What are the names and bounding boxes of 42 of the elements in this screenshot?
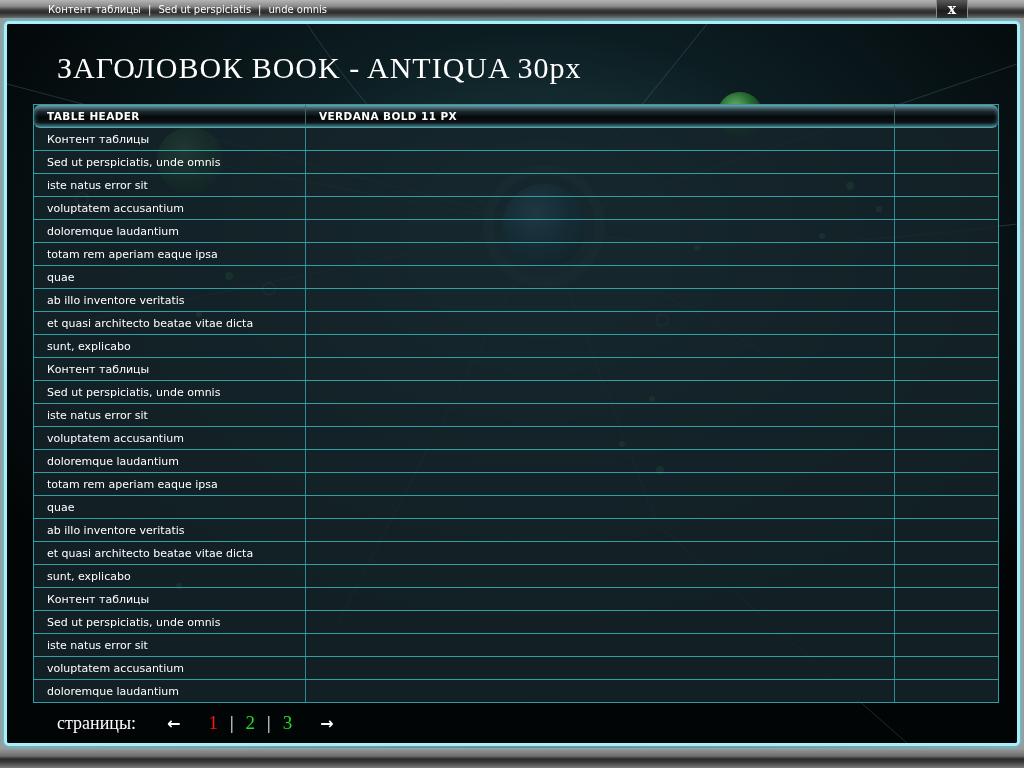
table-cell: doloremque laudantium bbox=[34, 450, 306, 472]
table-cell: doloremque laudantium bbox=[34, 680, 306, 702]
page-title: ЗАГОЛОВОК BOOK - ANTIQUA 30px bbox=[57, 50, 582, 86]
table-cell: doloremque laudantium bbox=[34, 220, 306, 242]
table-cell: sunt, explicabo bbox=[34, 335, 306, 357]
table-cell: iste natus error sit bbox=[34, 634, 306, 656]
table-cell: et quasi architecto beatae vitae dicta bbox=[34, 312, 306, 334]
nav-link[interactable]: unde omnis bbox=[268, 3, 328, 15]
table-cell: Контент таблицы bbox=[34, 588, 306, 610]
pagination-label: страницы: bbox=[57, 712, 137, 734]
table-cell: ab illo inventore veritatis bbox=[34, 519, 306, 541]
next-page-button[interactable]: → bbox=[320, 713, 334, 733]
table-cell: quae bbox=[34, 496, 306, 518]
close-button[interactable]: x bbox=[936, 0, 968, 19]
table-cell: Sed ut perspiciatis, unde omnis bbox=[34, 151, 306, 173]
column-header: VERDANA BOLD 11 PX bbox=[306, 105, 895, 127]
table-cell: et quasi architecto beatae vitae dicta bbox=[34, 542, 306, 564]
nav-link[interactable]: Sed ut perspiciatis bbox=[158, 3, 252, 15]
prev-page-button[interactable]: ← bbox=[167, 713, 181, 733]
table-cell: sunt, explicabo bbox=[34, 565, 306, 587]
nav-link[interactable]: Контент таблицы bbox=[48, 3, 141, 15]
table-cell: iste natus error sit bbox=[34, 404, 306, 426]
table-cell: Sed ut perspiciatis, unde omnis bbox=[34, 611, 306, 633]
nav-separator: | bbox=[148, 3, 152, 15]
page-separator: | bbox=[267, 712, 271, 734]
page-separator: | bbox=[229, 712, 234, 734]
table-cell: Контент таблицы bbox=[34, 358, 306, 380]
table-cell: totam rem aperiam eaque ipsa bbox=[34, 473, 306, 495]
table-cell: Контент таблицы bbox=[34, 128, 306, 150]
page-link[interactable]: 3 bbox=[282, 712, 293, 734]
table-cell: voluptatem accusantium bbox=[34, 657, 306, 679]
table-cell: voluptatem accusantium bbox=[34, 197, 306, 219]
nav-separator: | bbox=[258, 3, 262, 15]
table-cell: ab illo inventore veritatis bbox=[34, 289, 306, 311]
table-cell: quae bbox=[34, 266, 306, 288]
table-cell: voluptatem accusantium bbox=[34, 427, 306, 449]
page-link[interactable]: 1 bbox=[208, 712, 218, 734]
column-header: TABLE HEADER bbox=[34, 105, 306, 127]
table-cell: Sed ut perspiciatis, unde omnis bbox=[34, 381, 306, 403]
table-cell: totam rem aperiam eaque ipsa bbox=[34, 243, 306, 265]
page-link[interactable]: 2 bbox=[245, 712, 256, 734]
table-cell: iste natus error sit bbox=[34, 174, 306, 196]
